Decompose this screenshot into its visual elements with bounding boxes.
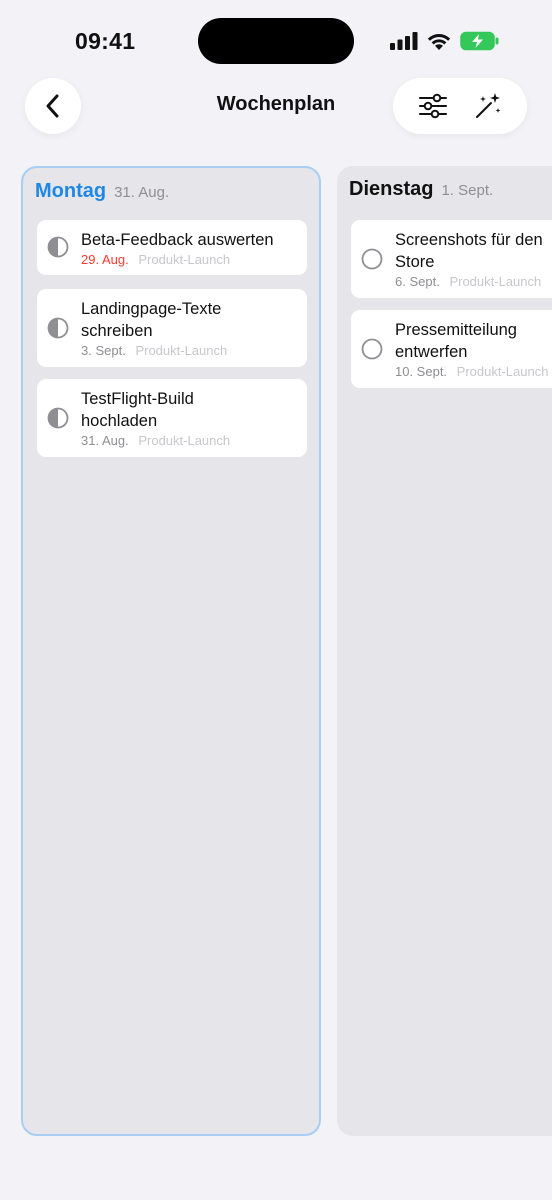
task-title-line: Screenshots für den (395, 231, 543, 249)
task-title-line: TestFlight-Build (81, 390, 194, 408)
task-project: Produkt-Launch (449, 274, 542, 289)
half-circle-status-icon[interactable] (47, 317, 69, 339)
column-header: Dienstag 1. Sept. (349, 178, 493, 201)
nav-actions-group (393, 78, 527, 134)
screen: 09:41 Wochenplan Montag 31. Aug. Beta-Fe… (0, 0, 552, 1200)
column-header: Montag 31. Aug. (35, 180, 169, 203)
column-date: 1. Sept. (441, 182, 494, 199)
task-card[interactable]: TestFlight-Build hochladen 31. Aug. Prod… (37, 379, 307, 457)
magic-button[interactable] (468, 86, 508, 126)
task-project: Produkt-Launch (135, 343, 228, 358)
battery-charging-icon (460, 31, 499, 51)
task-card[interactable]: Screenshots für den Store 6. Sept. Produ… (351, 220, 552, 298)
task-title-line: entwerfen (395, 343, 468, 361)
wifi-icon (427, 33, 451, 50)
task-meta: 10. Sept. Produkt-Launch (395, 364, 552, 380)
task-due-date: 10. Sept. (395, 364, 448, 379)
sliders-icon (418, 93, 447, 119)
task-card[interactable]: Landingpage-Texte schreiben 3. Sept. Pro… (37, 289, 307, 367)
task-card[interactable]: Pressemitteilung entwerfen 10. Sept. Pro… (351, 310, 552, 388)
status-time: 09:41 (75, 28, 136, 54)
filter-button[interactable] (413, 86, 453, 126)
column-day-title: Dienstag (349, 178, 434, 200)
task-project: Produkt-Launch (138, 433, 231, 448)
task-meta: 3. Sept. Produkt-Launch (81, 343, 295, 359)
dynamic-island (198, 18, 354, 64)
task-due-date: 29. Aug. (81, 252, 129, 267)
empty-circle-status-icon[interactable] (361, 338, 383, 360)
task-due-date: 6. Sept. (395, 274, 440, 289)
task-meta: 31. Aug. Produkt-Launch (81, 433, 295, 449)
task-due-date: 31. Aug. (81, 433, 129, 448)
task-meta: 29. Aug. Produkt-Launch (81, 252, 295, 268)
magic-wand-icon (475, 93, 500, 118)
task-project: Produkt-Launch (456, 364, 549, 379)
navigation-bar: Wochenplan (0, 78, 552, 134)
column-date: 31. Aug. (114, 184, 170, 201)
status-bar: 09:41 (0, 0, 552, 80)
task-title: Beta-Feedback auswerten (81, 231, 274, 249)
task-project: Produkt-Launch (138, 252, 231, 267)
task-title-line: hochladen (81, 412, 158, 430)
day-column-monday[interactable]: Montag 31. Aug. Beta-Feedback auswerten … (21, 166, 321, 1136)
task-title-line: schreiben (81, 322, 153, 340)
cellular-signal-icon (390, 32, 418, 50)
day-column-tuesday[interactable]: Dienstag 1. Sept. Screenshots für den St… (337, 166, 552, 1136)
task-card[interactable]: Beta-Feedback auswerten 29. Aug. Produkt… (37, 220, 307, 275)
task-title-line: Landingpage-Texte (81, 300, 222, 318)
task-title-line: Store (395, 253, 435, 271)
task-meta: 6. Sept. Produkt-Launch (395, 274, 552, 290)
empty-circle-status-icon[interactable] (361, 248, 383, 270)
status-icons (390, 30, 500, 52)
half-circle-status-icon[interactable] (47, 236, 69, 258)
task-title-line: Pressemitteilung (395, 321, 517, 339)
column-day-title: Montag (35, 180, 107, 202)
task-due-date: 3. Sept. (81, 343, 126, 358)
half-circle-status-icon[interactable] (47, 407, 69, 429)
